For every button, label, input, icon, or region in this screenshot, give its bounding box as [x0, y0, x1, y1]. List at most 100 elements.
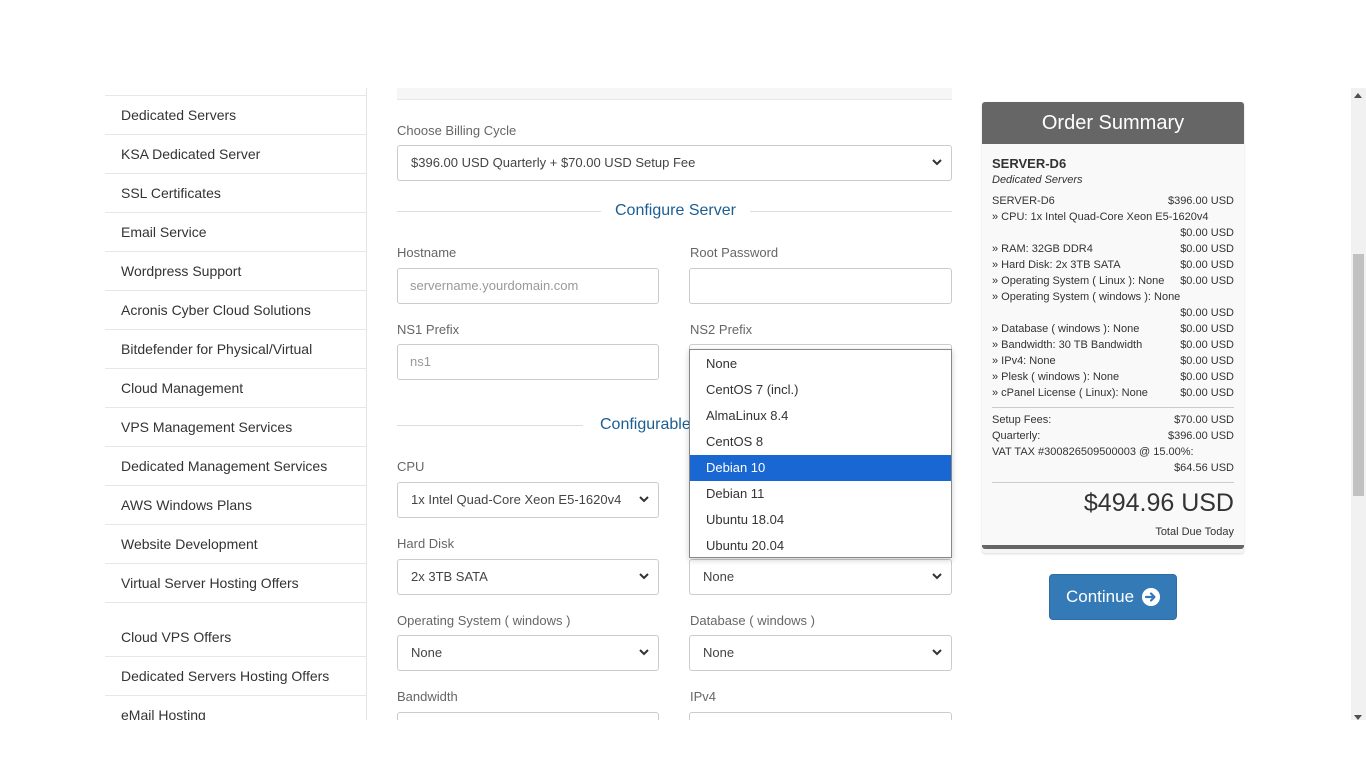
summary-line-price: $0.00 USD [1180, 387, 1234, 399]
order-summary-body: SERVER-D6 Dedicated Servers SERVER-D6 $3… [982, 144, 1244, 549]
summary-divider [992, 482, 1234, 483]
sidebar-item-dedicated-management[interactable]: Dedicated Management Services [105, 447, 367, 486]
arrow-right-circle-icon [1142, 588, 1160, 606]
sidebar-item-cloud-vps-offers[interactable]: Cloud VPS Offers [105, 618, 367, 657]
hard-disk-label: Hard Disk [397, 536, 455, 551]
summary-line-label: » CPU: 1x Intel Quad-Core Xeon E5-1620v4 [992, 211, 1209, 223]
sidebar-item-label: Dedicated Servers Hosting Offers [121, 668, 330, 684]
cpu-select[interactable]: 1x Intel Quad-Core Xeon E5-1620v4 [397, 482, 659, 518]
ns1-prefix-value: ns1 [410, 354, 431, 369]
sidebar-item-cloud-management[interactable]: Cloud Management [105, 369, 367, 408]
sidebar-item-ksa-dedicated-server[interactable]: KSA Dedicated Server [105, 135, 367, 174]
dropdown-option-selected[interactable]: Debian 10 [690, 455, 951, 481]
chevron-down-icon [932, 649, 942, 656]
summary-line-label: » Operating System ( windows ): None [992, 291, 1181, 303]
sidebar-item-label: Acronis Cyber Cloud Solutions [121, 302, 311, 318]
order-summary-panel: Order Summary SERVER-D6 Dedicated Server… [982, 102, 1244, 553]
hard-disk-select[interactable]: 2x 3TB SATA [397, 559, 659, 595]
dropdown-option[interactable]: CentOS 8 [690, 429, 951, 455]
sidebar-item-label: AWS Windows Plans [121, 497, 252, 513]
hostname-input[interactable]: servername.yourdomain.com [397, 268, 659, 304]
summary-line-label: » Bandwidth: 30 TB Bandwidth [992, 339, 1143, 351]
sidebar-item-label: Bitdefender for Physical/Virtual [121, 341, 313, 357]
summary-line-price: $0.00 USD [1180, 307, 1234, 319]
dropdown-option[interactable]: Debian 11 [690, 481, 951, 507]
sidebar-item-acronis[interactable]: Acronis Cyber Cloud Solutions [105, 291, 367, 330]
scroll-down-arrow-icon[interactable] [1354, 715, 1362, 720]
page-scrollbar[interactable] [1351, 88, 1366, 720]
summary-line-price: $0.00 USD [1180, 243, 1234, 255]
db-windows-value: None [703, 645, 735, 660]
summary-total-amount: $494.96 USD [1083, 489, 1234, 517]
cpu-value: 1x Intel Quad-Core Xeon E5-1620v4 [411, 492, 622, 507]
hard-disk-value: 2x 3TB SATA [411, 569, 488, 584]
continue-button[interactable]: Continue [1049, 574, 1177, 620]
summary-line-label: » IPv4: None [992, 355, 1056, 367]
summary-line-label: » Hard Disk: 2x 3TB SATA [992, 259, 1121, 271]
dropdown-option[interactable]: None [690, 351, 951, 377]
sidebar-item-wordpress-support[interactable]: Wordpress Support [105, 252, 367, 291]
sidebar-item-ssl-certificates[interactable]: SSL Certificates [105, 174, 367, 213]
db-windows-select[interactable]: None [689, 635, 952, 671]
sidebar-item-virtual-server-offers[interactable]: Virtual Server Hosting Offers [105, 564, 367, 603]
section-divider [397, 425, 583, 426]
summary-vat-label: VAT TAX #300826509500003 @ 15.00%: [992, 446, 1194, 458]
bandwidth-select[interactable] [397, 712, 659, 720]
dropdown-option[interactable]: Ubuntu 20.04 [690, 533, 951, 559]
sidebar-item-label: KSA Dedicated Server [121, 146, 261, 162]
chevron-down-icon [932, 573, 942, 580]
chevron-down-icon [932, 159, 942, 166]
ns1-prefix-label: NS1 Prefix [397, 322, 460, 337]
os-linux-value: None [703, 569, 735, 584]
summary-base-price: $396.00 USD [1167, 195, 1234, 207]
hostname-placeholder: servername.yourdomain.com [410, 278, 579, 293]
dropdown-option[interactable]: Ubuntu 18.04 [690, 507, 951, 533]
cpu-label: CPU [397, 459, 425, 474]
sidebar: Dedicated Servers KSA Dedicated Server S… [105, 88, 367, 720]
ipv4-select[interactable] [689, 712, 952, 720]
os-windows-select[interactable]: None [397, 635, 659, 671]
configure-server-title: Configure Server [601, 202, 750, 220]
ipv4-label: IPv4 [690, 689, 717, 704]
page-viewport: Dedicated Servers KSA Dedicated Server S… [0, 88, 1352, 720]
sidebar-item-email-hosting[interactable]: eMail Hosting [105, 696, 367, 720]
sidebar-item-aws-windows[interactable]: AWS Windows Plans [105, 486, 367, 525]
sidebar-item-vps-management[interactable]: VPS Management Services [105, 408, 367, 447]
summary-quarterly-label: Quarterly: [992, 430, 1041, 442]
sidebar-item-website-development[interactable]: Website Development [105, 525, 367, 564]
ns1-prefix-input[interactable]: ns1 [397, 344, 659, 380]
summary-line-price: $0.00 USD [1180, 339, 1234, 351]
os-linux-select[interactable]: None [689, 559, 952, 595]
summary-line-label: » RAM: 32GB DDR4 [992, 243, 1093, 255]
sidebar-item-label: Dedicated Management Services [121, 458, 328, 474]
summary-product-name: SERVER-D6 [992, 156, 1067, 171]
sidebar-item-email-service[interactable]: Email Service [105, 213, 367, 252]
root-password-input[interactable] [689, 268, 952, 304]
sidebar-item-label: VPS Management Services [121, 419, 293, 435]
summary-line-label: » Database ( windows ): None [992, 323, 1140, 335]
dropdown-option[interactable]: AlmaLinux 8.4 [690, 403, 951, 429]
billing-cycle-select[interactable]: $396.00 USD Quarterly + $70.00 USD Setup… [397, 145, 952, 181]
os-windows-label: Operating System ( windows ) [397, 613, 571, 628]
chevron-down-icon [639, 649, 649, 656]
sidebar-item-dedicated-servers[interactable]: Dedicated Servers [105, 96, 367, 135]
scroll-up-arrow-icon[interactable] [1354, 93, 1362, 98]
summary-line-price: $0.00 USD [1180, 371, 1234, 383]
summary-line-price: $0.00 USD [1180, 227, 1234, 239]
billing-cycle-value: $396.00 USD Quarterly + $70.00 USD Setup… [411, 155, 696, 170]
os-windows-value: None [411, 645, 443, 660]
os-linux-dropdown-list: None CentOS 7 (incl.) AlmaLinux 8.4 Cent… [689, 349, 952, 558]
chevron-down-icon [639, 496, 649, 503]
summary-line-price: $0.00 USD [1180, 323, 1234, 335]
sidebar-item-bitdefender[interactable]: Bitdefender for Physical/Virtual [105, 330, 367, 369]
scrollbar-thumb[interactable] [1353, 254, 1364, 496]
sidebar-item-dedicated-hosting-offers[interactable]: Dedicated Servers Hosting Offers [105, 657, 367, 696]
sidebar-item-label: SSL Certificates [121, 185, 221, 201]
sidebar-item-label: Email Service [121, 224, 207, 240]
sidebar-item-label: Dedicated Servers [121, 107, 237, 123]
summary-quarterly-value: $396.00 USD [1167, 430, 1234, 442]
summary-base-name: SERVER-D6 [992, 195, 1055, 207]
product-info-bar [397, 88, 952, 100]
summary-setup-value: $70.00 USD [1174, 414, 1234, 426]
dropdown-option[interactable]: CentOS 7 (incl.) [690, 377, 951, 403]
